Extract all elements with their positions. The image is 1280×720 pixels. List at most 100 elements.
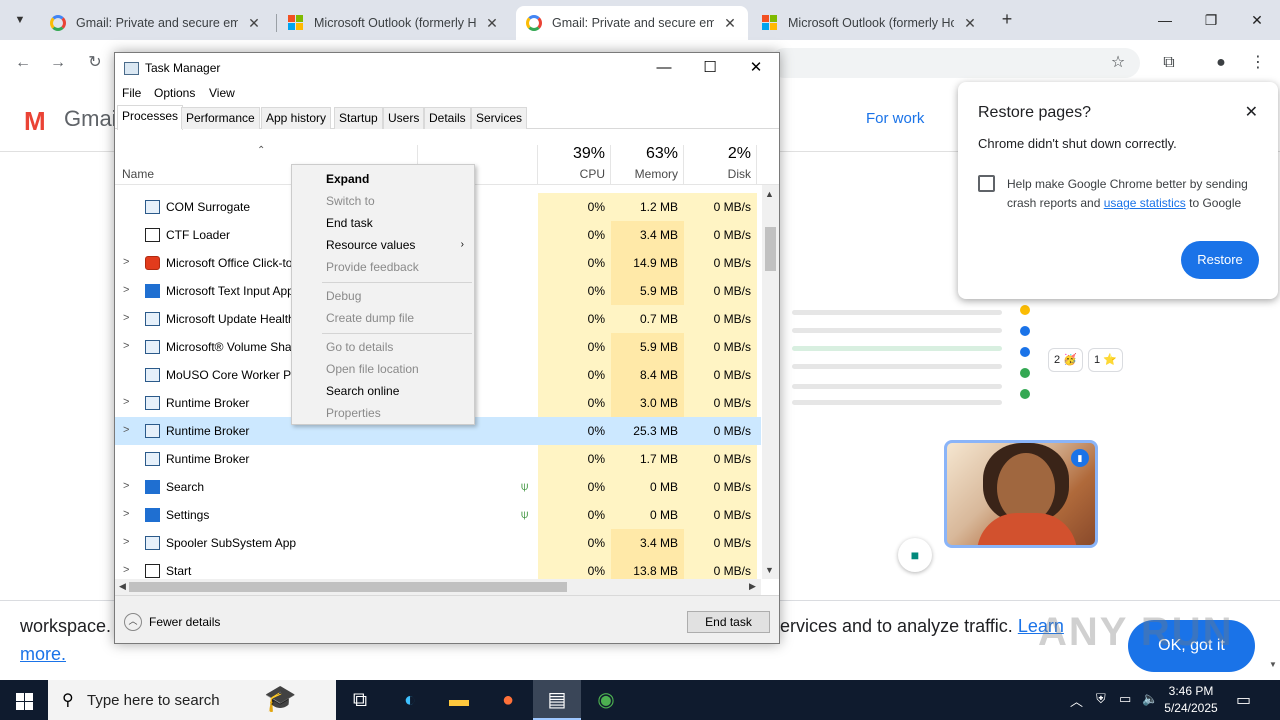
notification-icon[interactable]: ▭	[1236, 690, 1251, 710]
scroll-down-icon[interactable]: ▼	[765, 565, 774, 575]
firefox-icon[interactable]: ●	[484, 680, 532, 720]
edge-icon[interactable]: ◐	[386, 680, 434, 720]
tab-startup[interactable]: Startup	[334, 107, 383, 129]
expand-chevron-icon[interactable]: >	[123, 508, 129, 520]
chrome-menu-icon[interactable]: ⋮	[1245, 50, 1271, 76]
task-manager-taskbar-icon[interactable]: ▤	[533, 680, 581, 720]
column-name[interactable]: Name	[122, 167, 154, 181]
taskbar-clock[interactable]: 3:46 PM 5/24/2025	[1160, 683, 1222, 717]
browser-tab-active[interactable]: Gmail: Private and secure email ✕	[516, 6, 748, 40]
forward-arrow-icon[interactable]: →	[45, 50, 71, 76]
back-arrow-icon[interactable]: ←	[10, 50, 36, 76]
crash-report-checkbox[interactable]	[978, 175, 995, 192]
tab-search-menu-button[interactable]: ▼	[8, 8, 32, 32]
memory-total-percent[interactable]: 63%	[612, 145, 678, 163]
restore-window-icon[interactable]: ❐	[1188, 6, 1234, 34]
menu-view[interactable]: View	[209, 86, 235, 100]
tab-close-icon[interactable]: ✕	[246, 15, 262, 32]
context-menu-item[interactable]: End task	[326, 216, 373, 230]
process-name: Runtime Broker	[166, 424, 250, 438]
restore-pages-dialog: Restore pages? ✕ Chrome didn't shut down…	[958, 82, 1278, 299]
cpu-total-percent[interactable]: 39%	[539, 145, 605, 163]
tab-processes[interactable]: Processes	[117, 105, 184, 130]
expand-chevron-icon[interactable]: >	[123, 536, 129, 548]
expand-chevron-icon[interactable]: >	[123, 564, 129, 576]
suspended-leaf-icon: ⍦	[521, 507, 529, 521]
close-window-icon[interactable]: ✕	[1234, 6, 1280, 34]
expand-chevron-icon[interactable]: >	[123, 396, 129, 408]
tab-app-history[interactable]: App history	[261, 107, 332, 129]
restore-button[interactable]: Restore	[1181, 241, 1259, 279]
browser-tab[interactable]: Microsoft Outlook (formerly Hotmail) ✕	[278, 6, 510, 40]
scroll-left-icon[interactable]: ◀	[119, 581, 126, 592]
scroll-right-icon[interactable]: ▶	[749, 581, 756, 592]
for-work-link[interactable]: For work	[866, 110, 924, 127]
menu-file[interactable]: File	[122, 86, 141, 100]
process-row[interactable]: > Spooler SubSystem App 0% 3.4 MB 0 MB/s	[115, 529, 761, 557]
tab-users[interactable]: Users	[383, 107, 425, 129]
process-name: Search	[166, 480, 205, 494]
chevron-up-icon[interactable]: ︿	[124, 613, 142, 631]
usage-statistics-link[interactable]: usage statistics	[1104, 196, 1186, 210]
scrollbar-thumb[interactable]	[129, 582, 567, 592]
vertical-scrollbar[interactable]: ▲ ▼	[762, 185, 779, 579]
start-button[interactable]	[0, 680, 48, 720]
context-menu-item[interactable]: Resource values	[326, 238, 415, 252]
disk-total-percent[interactable]: 2%	[685, 145, 751, 163]
tab-details[interactable]: Details	[424, 107, 471, 129]
browser-tab[interactable]: Microsoft Outlook (formerly Hotmail) ✕	[752, 6, 988, 40]
task-manager-titlebar[interactable]: Task Manager — ☐ ✕	[115, 53, 779, 83]
address-bar[interactable]	[770, 48, 1140, 78]
process-row[interactable]: > Settings ⍦ 0% 0 MB 0 MB/s	[115, 501, 761, 529]
file-explorer-icon[interactable]: ▬	[435, 680, 483, 720]
context-menu-item[interactable]: Expand	[326, 172, 369, 186]
maximize-icon[interactable]: ☐	[687, 53, 733, 83]
process-row[interactable]: > Start 0% 13.8 MB 0 MB/s	[115, 557, 761, 579]
expand-chevron-icon[interactable]: >	[123, 340, 129, 352]
tab-services[interactable]: Services	[471, 107, 528, 129]
tab-close-icon[interactable]: ✕	[722, 15, 738, 32]
scroll-up-icon[interactable]: ▲	[765, 189, 774, 199]
column-cpu[interactable]: CPU	[539, 167, 605, 181]
tray-chevron-up-icon[interactable]: ︿	[1070, 691, 1083, 710]
column-memory[interactable]: Memory	[612, 167, 678, 181]
tab-close-icon[interactable]: ✕	[962, 15, 978, 32]
cookie-learn-more-link[interactable]: more.	[20, 644, 66, 665]
page-scroll-down-icon[interactable]: ▼	[1266, 660, 1280, 678]
process-row[interactable]: > Search ⍦ 0% 0 MB 0 MB/s	[115, 473, 761, 501]
expand-chevron-icon[interactable]: >	[123, 424, 129, 436]
extensions-puzzle-icon[interactable]: ⧉	[1156, 50, 1182, 76]
tab-performance[interactable]: Performance	[181, 107, 260, 129]
expand-chevron-icon[interactable]: >	[123, 284, 129, 296]
tray-security-icon[interactable]: ⛨	[1096, 691, 1106, 707]
horizontal-scrollbar[interactable]: ◀ ▶	[115, 579, 761, 595]
taskbar-search-box[interactable]: ⚲ Type here to search 🎓	[48, 680, 336, 720]
column-disk[interactable]: Disk	[685, 167, 751, 181]
volume-icon[interactable]: 🔈	[1142, 691, 1158, 707]
profile-avatar-icon[interactable]: ●	[1208, 50, 1234, 76]
task-view-icon[interactable]: ⧉	[336, 680, 384, 720]
close-icon[interactable]: ✕	[1245, 102, 1258, 122]
context-menu-item[interactable]: Search online	[326, 384, 399, 398]
expand-chevron-icon[interactable]: >	[123, 312, 129, 324]
close-icon[interactable]: ✕	[733, 53, 779, 83]
expand-chevron-icon[interactable]: >	[123, 256, 129, 268]
new-tab-button[interactable]: +	[996, 8, 1018, 30]
reload-icon[interactable]: ↻	[82, 50, 108, 76]
browser-tab[interactable]: Gmail: Private and secure email ✕	[40, 6, 272, 40]
tab-close-icon[interactable]: ✕	[484, 15, 500, 32]
gmail-logo-icon[interactable]: M	[24, 106, 46, 137]
scrollbar-thumb[interactable]	[765, 227, 776, 271]
gmail-logo-text[interactable]: Gmail	[64, 106, 121, 132]
fewer-details-link[interactable]: Fewer details	[149, 615, 220, 629]
minimize-icon[interactable]: —	[1142, 6, 1188, 34]
process-row[interactable]: Runtime Broker 0% 1.7 MB 0 MB/s	[115, 445, 761, 473]
minimize-icon[interactable]: —	[641, 53, 687, 83]
menu-options[interactable]: Options	[154, 86, 195, 100]
end-task-button[interactable]: End task	[687, 611, 770, 633]
chrome-icon[interactable]: ◉	[582, 680, 630, 720]
bookmark-star-icon[interactable]: ☆	[1105, 50, 1131, 76]
expand-chevron-icon[interactable]: >	[123, 480, 129, 492]
clock-time: 3:46 PM	[1168, 684, 1214, 698]
network-icon[interactable]: ▭	[1119, 691, 1131, 707]
